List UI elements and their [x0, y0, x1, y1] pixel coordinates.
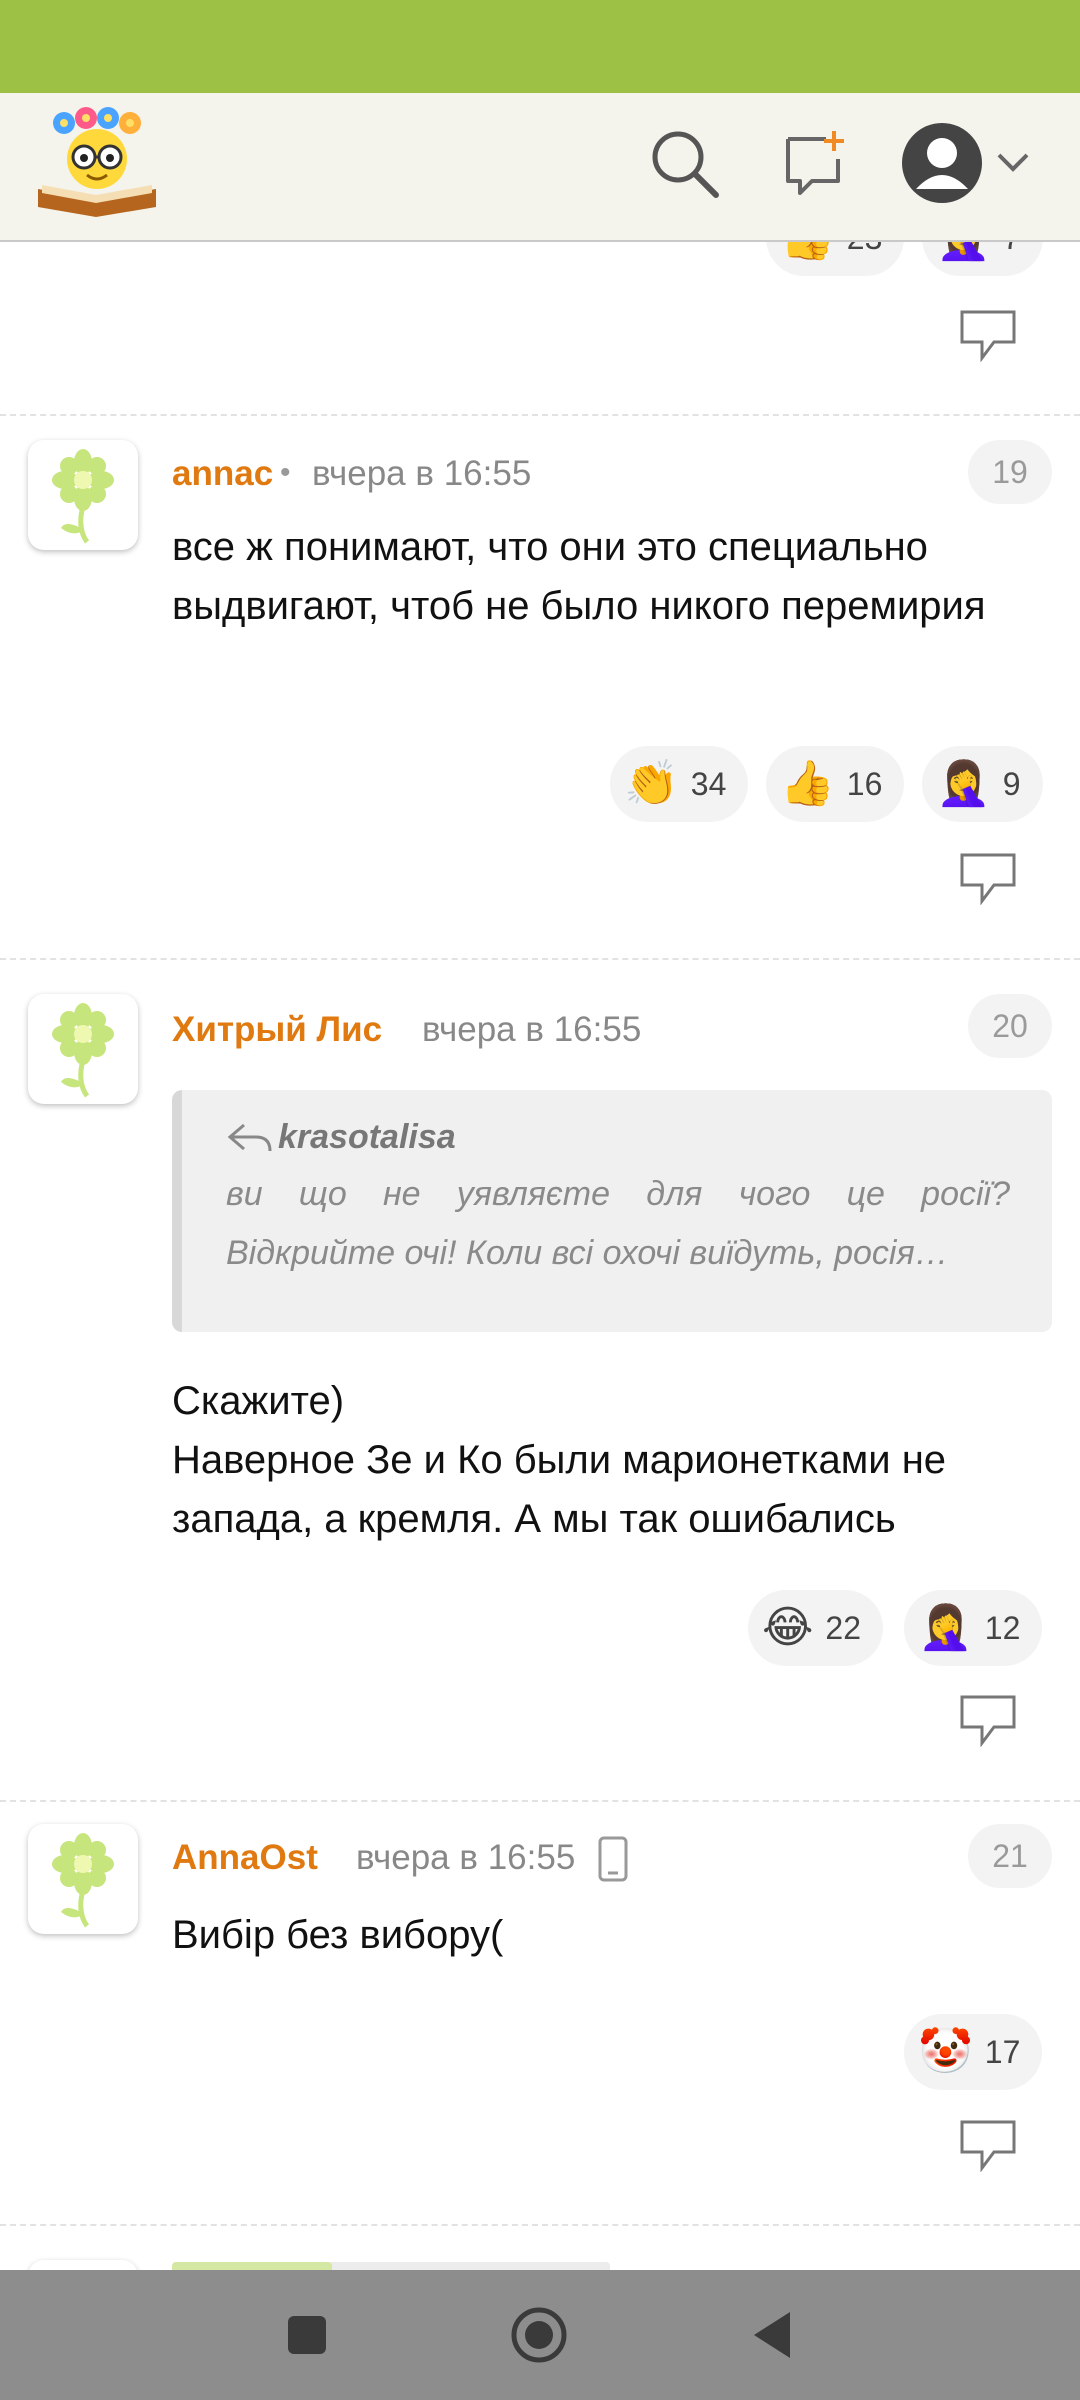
comment-next-peek	[0, 2250, 1080, 2270]
avatar[interactable]	[28, 1824, 138, 1934]
reaction-clap[interactable]: 👏 34	[610, 746, 749, 822]
avatar[interactable]	[28, 440, 138, 550]
comments-feed: 👍 23 🤦‍♀️ 7 annac • вчера в 16:55 1	[0, 240, 1080, 2270]
reaction-laugh[interactable]: 😂 22	[748, 1590, 884, 1666]
comment-previous: 👍 23 🤦‍♀️ 7	[0, 240, 1080, 416]
avatar[interactable]	[28, 994, 138, 1104]
status-bar	[0, 0, 1080, 93]
separator-dot: •	[280, 456, 291, 489]
new-message-icon[interactable]	[780, 129, 850, 204]
reaction-facepalm[interactable]: 🤦‍♀️ 7	[922, 240, 1043, 276]
search-icon[interactable]	[648, 127, 720, 204]
loading-bar-fill	[172, 2262, 332, 2270]
reply-arrow-icon	[226, 1121, 274, 1155]
reaction-count: 34	[690, 765, 727, 802]
comment-text: все ж понимают, что они это специально в…	[172, 525, 986, 628]
system-nav-bar	[0, 2270, 1080, 2400]
loading-bar	[172, 2262, 610, 2270]
comment-text: Вибір без вибору(	[172, 1913, 504, 1957]
site-logo[interactable]	[34, 107, 160, 223]
chevron-down-icon[interactable]	[995, 151, 1031, 180]
comment-20: Хитрый Лис вчера в 16:55 20 krasotalisa …	[0, 958, 1080, 1802]
home-button[interactable]	[510, 2306, 568, 2369]
quote-author: krasotalisa	[278, 1118, 456, 1156]
reaction-facepalm[interactable]: 🤦‍♀️ 12	[904, 1590, 1043, 1666]
reaction-count: 23	[847, 240, 883, 257]
reaction-count: 17	[984, 2033, 1021, 2070]
reaction-count: 16	[846, 765, 883, 802]
comment-author[interactable]: annac	[172, 454, 273, 494]
mobile-device-icon	[596, 1836, 630, 1887]
reaction-count: 22	[825, 1609, 862, 1646]
comment-number[interactable]: 20	[968, 994, 1052, 1058]
comment-number[interactable]: 19	[968, 440, 1052, 504]
comment-21: AnnaOst вчера в 16:55 21 Вибір без вибор…	[0, 1800, 1080, 2226]
reaction-count: 12	[984, 1609, 1021, 1646]
quote-block[interactable]: krasotalisa ви що не уявляєте для чого ц…	[172, 1090, 1052, 1332]
comment-author[interactable]: Хитрый Лис	[172, 1010, 382, 1050]
recents-button[interactable]	[286, 2314, 328, 2361]
reaction-clown[interactable]: 🤡 17	[904, 2014, 1043, 2090]
comment-time: вчера в 16:55	[356, 1838, 576, 1877]
reaction-thumbs-up[interactable]: 👍 16	[766, 746, 905, 822]
avatar[interactable]	[28, 2260, 138, 2270]
reaction-facepalm[interactable]: 🤦‍♀️ 9	[922, 746, 1043, 822]
comment-time: вчера в 16:55	[422, 1010, 642, 1049]
comment-number[interactable]: 21	[968, 1824, 1052, 1888]
comment-author[interactable]: AnnaOst	[172, 1838, 318, 1878]
reply-icon[interactable]	[958, 851, 1018, 910]
back-button[interactable]	[750, 2310, 794, 2365]
comment-time: вчера в 16:55	[312, 454, 532, 493]
comment-text: Скажите) Наверное Зе и Ко были марионетк…	[172, 1379, 947, 1541]
reply-icon[interactable]	[958, 1693, 1018, 1752]
reply-icon[interactable]	[958, 308, 1018, 367]
reaction-thumbs-up[interactable]: 👍 23	[766, 240, 905, 276]
reaction-count: 7	[1003, 240, 1021, 257]
reaction-count: 9	[1002, 765, 1021, 802]
comment-19: annac • вчера в 16:55 19 все ж понимают,…	[0, 416, 1080, 960]
app-header	[0, 93, 1080, 242]
quote-text-line2: Відкрийте очі! Коли всі охочі виїдуть, р…	[226, 1234, 949, 1272]
quote-text-line1: ви що не уявляєте для чого це росії?	[226, 1175, 1010, 1213]
reply-icon[interactable]	[958, 2118, 1018, 2177]
avatar-icon[interactable]	[900, 121, 984, 210]
